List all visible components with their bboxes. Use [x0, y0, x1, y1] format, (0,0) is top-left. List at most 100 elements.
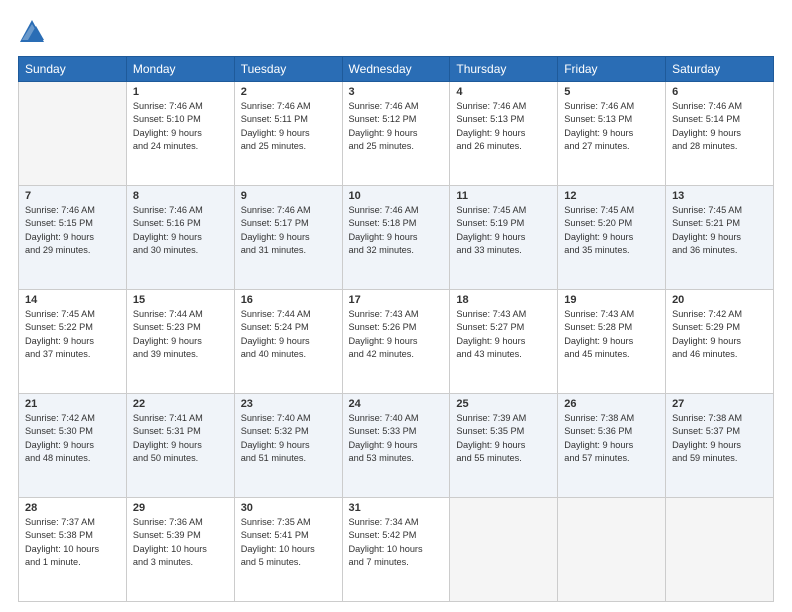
day-number: 16 — [241, 294, 336, 306]
day-info: Sunrise: 7:42 AMSunset: 5:29 PMDaylight:… — [672, 308, 767, 361]
logo — [18, 18, 50, 46]
calendar-cell: 31 Sunrise: 7:34 AMSunset: 5:42 PMDayligh… — [342, 498, 450, 602]
day-info: Sunrise: 7:37 AMSunset: 5:38 PMDaylight:… — [25, 516, 120, 569]
calendar-week-row: 7 Sunrise: 7:46 AMSunset: 5:15 PMDaylight… — [19, 186, 774, 290]
day-info: Sunrise: 7:46 AMSunset: 5:17 PMDaylight:… — [241, 204, 336, 257]
day-info: Sunrise: 7:43 AMSunset: 5:28 PMDaylight:… — [564, 308, 659, 361]
calendar-cell: 16 Sunrise: 7:44 AMSunset: 5:24 PMDayligh… — [234, 290, 342, 394]
day-number: 3 — [349, 86, 444, 98]
day-number: 12 — [564, 190, 659, 202]
day-number: 13 — [672, 190, 767, 202]
day-number: 18 — [456, 294, 551, 306]
day-number: 8 — [133, 190, 228, 202]
day-number: 28 — [25, 502, 120, 514]
calendar-cell: 13Sunrise: 7:45 AMSunset: 5:21 PMDayligh… — [666, 186, 774, 290]
calendar-cell: 14Sunrise: 7:45 AMSunset: 5:22 PMDayligh… — [19, 290, 127, 394]
day-number: 25 — [456, 398, 551, 410]
day-info: Sunrise: 7:44 AMSunset: 5:23 PMDaylight:… — [133, 308, 228, 361]
day-info: Sunrise: 7:44 AMSunset: 5:24 PMDaylight:… — [241, 308, 336, 361]
calendar-cell: 15 Sunrise: 7:44 AMSunset: 5:23 PMDayligh… — [126, 290, 234, 394]
calendar-cell — [666, 498, 774, 602]
day-info: Sunrise: 7:46 AMSunset: 5:16 PMDaylight:… — [133, 204, 228, 257]
day-header-saturday: Saturday — [666, 57, 774, 82]
calendar-cell: 10Sunrise: 7:46 AMSunset: 5:18 PMDayligh… — [342, 186, 450, 290]
day-info: Sunrise: 7:46 AMSunset: 5:15 PMDaylight:… — [25, 204, 120, 257]
day-number: 26 — [564, 398, 659, 410]
calendar-cell: 30 Sunrise: 7:35 AMSunset: 5:41 PMDayligh… — [234, 498, 342, 602]
calendar-cell: 28 Sunrise: 7:37 AMSunset: 5:38 PMDayligh… — [19, 498, 127, 602]
header — [18, 18, 774, 46]
calendar-week-row: 28 Sunrise: 7:37 AMSunset: 5:38 PMDayligh… — [19, 498, 774, 602]
day-info: Sunrise: 7:35 AMSunset: 5:41 PMDaylight:… — [241, 516, 336, 569]
day-number: 7 — [25, 190, 120, 202]
calendar-cell: 9Sunrise: 7:46 AMSunset: 5:17 PMDaylight… — [234, 186, 342, 290]
calendar-cell: 4 Sunrise: 7:46 AMSunset: 5:13 PMDaylight… — [450, 82, 558, 186]
logo-icon — [18, 18, 46, 46]
calendar-cell: 26 Sunrise: 7:38 AMSunset: 5:36 PMDayligh… — [558, 394, 666, 498]
calendar-week-row: 1 Sunrise: 7:46 AMSunset: 5:10 PMDaylight… — [19, 82, 774, 186]
day-number: 17 — [349, 294, 444, 306]
calendar-cell: 19Sunrise: 7:43 AMSunset: 5:28 PMDayligh… — [558, 290, 666, 394]
day-info: Sunrise: 7:43 AMSunset: 5:27 PMDaylight:… — [456, 308, 551, 361]
day-number: 20 — [672, 294, 767, 306]
calendar-cell: 3 Sunrise: 7:46 AMSunset: 5:12 PMDaylight… — [342, 82, 450, 186]
day-info: Sunrise: 7:38 AMSunset: 5:37 PMDaylight:… — [672, 412, 767, 465]
calendar: SundayMondayTuesdayWednesdayThursdayFrid… — [18, 56, 774, 602]
calendar-cell: 18 Sunrise: 7:43 AMSunset: 5:27 PMDayligh… — [450, 290, 558, 394]
day-header-friday: Friday — [558, 57, 666, 82]
calendar-cell: 23Sunrise: 7:40 AMSunset: 5:32 PMDayligh… — [234, 394, 342, 498]
day-number: 30 — [241, 502, 336, 514]
calendar-cell: 11 Sunrise: 7:45 AMSunset: 5:19 PMDayligh… — [450, 186, 558, 290]
day-number: 29 — [133, 502, 228, 514]
calendar-cell: 24 Sunrise: 7:40 AMSunset: 5:33 PMDayligh… — [342, 394, 450, 498]
day-info: Sunrise: 7:46 AMSunset: 5:12 PMDaylight:… — [349, 100, 444, 153]
day-info: Sunrise: 7:40 AMSunset: 5:32 PMDaylight:… — [241, 412, 336, 465]
day-number: 4 — [456, 86, 551, 98]
calendar-week-row: 14Sunrise: 7:45 AMSunset: 5:22 PMDayligh… — [19, 290, 774, 394]
day-number: 24 — [349, 398, 444, 410]
day-number: 27 — [672, 398, 767, 410]
calendar-cell: 1 Sunrise: 7:46 AMSunset: 5:10 PMDaylight… — [126, 82, 234, 186]
day-info: Sunrise: 7:46 AMSunset: 5:13 PMDaylight:… — [456, 100, 551, 153]
day-info: Sunrise: 7:46 AMSunset: 5:10 PMDaylight:… — [133, 100, 228, 153]
day-number: 2 — [241, 86, 336, 98]
calendar-cell: 21Sunrise: 7:42 AMSunset: 5:30 PMDayligh… — [19, 394, 127, 498]
day-number: 11 — [456, 190, 551, 202]
calendar-cell: 17 Sunrise: 7:43 AMSunset: 5:26 PMDayligh… — [342, 290, 450, 394]
day-info: Sunrise: 7:41 AMSunset: 5:31 PMDaylight:… — [133, 412, 228, 465]
calendar-cell: 7 Sunrise: 7:46 AMSunset: 5:15 PMDaylight… — [19, 186, 127, 290]
day-info: Sunrise: 7:38 AMSunset: 5:36 PMDaylight:… — [564, 412, 659, 465]
day-info: Sunrise: 7:42 AMSunset: 5:30 PMDaylight:… — [25, 412, 120, 465]
day-info: Sunrise: 7:45 AMSunset: 5:19 PMDaylight:… — [456, 204, 551, 257]
day-number: 15 — [133, 294, 228, 306]
calendar-cell: 8 Sunrise: 7:46 AMSunset: 5:16 PMDaylight… — [126, 186, 234, 290]
day-number: 14 — [25, 294, 120, 306]
day-info: Sunrise: 7:43 AMSunset: 5:26 PMDaylight:… — [349, 308, 444, 361]
day-info: Sunrise: 7:45 AMSunset: 5:20 PMDaylight:… — [564, 204, 659, 257]
day-info: Sunrise: 7:46 AMSunset: 5:14 PMDaylight:… — [672, 100, 767, 153]
calendar-cell: 29Sunrise: 7:36 AMSunset: 5:39 PMDayligh… — [126, 498, 234, 602]
day-number: 31 — [349, 502, 444, 514]
calendar-cell — [19, 82, 127, 186]
day-number: 5 — [564, 86, 659, 98]
day-number: 22 — [133, 398, 228, 410]
page: SundayMondayTuesdayWednesdayThursdayFrid… — [0, 0, 792, 612]
day-info: Sunrise: 7:46 AMSunset: 5:11 PMDaylight:… — [241, 100, 336, 153]
calendar-cell: 5 Sunrise: 7:46 AMSunset: 5:13 PMDaylight… — [558, 82, 666, 186]
day-header-wednesday: Wednesday — [342, 57, 450, 82]
day-info: Sunrise: 7:46 AMSunset: 5:13 PMDaylight:… — [564, 100, 659, 153]
calendar-cell: 2 Sunrise: 7:46 AMSunset: 5:11 PMDaylight… — [234, 82, 342, 186]
calendar-cell: 22 Sunrise: 7:41 AMSunset: 5:31 PMDayligh… — [126, 394, 234, 498]
day-number: 10 — [349, 190, 444, 202]
day-info: Sunrise: 7:40 AMSunset: 5:33 PMDaylight:… — [349, 412, 444, 465]
day-header-thursday: Thursday — [450, 57, 558, 82]
calendar-cell — [558, 498, 666, 602]
day-number: 1 — [133, 86, 228, 98]
calendar-week-row: 21Sunrise: 7:42 AMSunset: 5:30 PMDayligh… — [19, 394, 774, 498]
calendar-cell: 12 Sunrise: 7:45 AMSunset: 5:20 PMDayligh… — [558, 186, 666, 290]
calendar-header-row: SundayMondayTuesdayWednesdayThursdayFrid… — [19, 57, 774, 82]
calendar-cell: 20 Sunrise: 7:42 AMSunset: 5:29 PMDayligh… — [666, 290, 774, 394]
day-info: Sunrise: 7:39 AMSunset: 5:35 PMDaylight:… — [456, 412, 551, 465]
calendar-cell — [450, 498, 558, 602]
day-info: Sunrise: 7:34 AMSunset: 5:42 PMDaylight:… — [349, 516, 444, 569]
